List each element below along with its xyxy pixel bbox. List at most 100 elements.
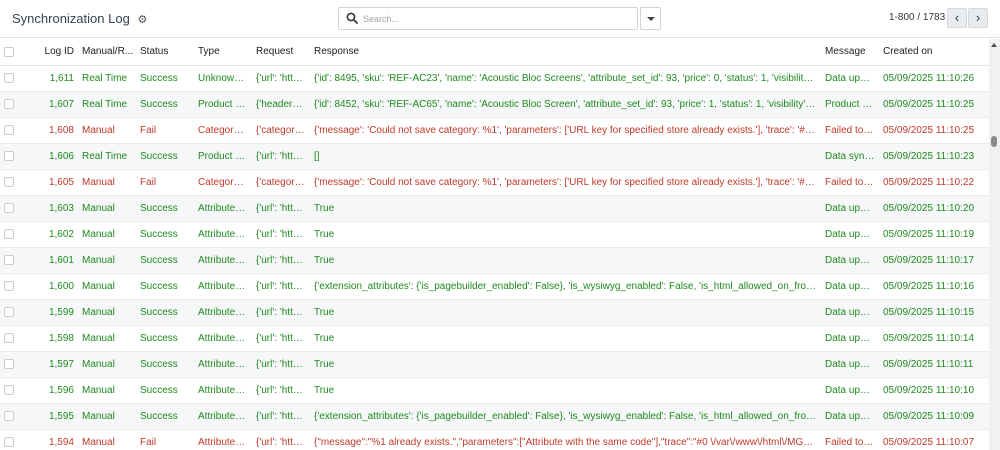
row-checkbox-cell[interactable] [0,377,30,403]
column-header-request[interactable]: Request [252,39,310,66]
mode-cell: Manual [82,254,115,266]
row-checkbox-cell[interactable] [0,247,30,273]
table-row[interactable]: 1,594 Manual Fail Attribute S... {'url': 'ht… [0,429,989,450]
column-header-created-on[interactable]: Created on [879,39,989,66]
column-header-response[interactable]: Response [310,39,821,66]
log-id-cell: 1,607 [48,98,74,110]
row-checkbox-cell[interactable] [0,169,30,195]
type-cell: Attribute S... [198,410,252,422]
mode-cell: Manual [82,384,115,396]
created-on-cell: 05/09/2025 11:10:16 [883,280,975,292]
scroll-up-arrow-icon[interactable] [991,43,997,47]
status-cell: Fail [140,176,157,188]
scrollbar-thumb[interactable] [991,136,997,147]
row-checkbox-cell[interactable] [0,273,30,299]
status-cell: Success [140,332,178,344]
table-row[interactable]: 1,602 Manual Success Attribute V... {'url': … [0,221,989,247]
table-row[interactable]: 1,600 Manual Success Attribute S... {'url': … [0,273,989,299]
row-checkbox-cell[interactable] [0,351,30,377]
row-checkbox-cell[interactable] [0,117,30,143]
column-header-mode[interactable]: Manual/R... [78,39,136,66]
status-cell: Success [140,384,178,396]
pager-value[interactable]: 1-800 / 1783 [889,12,945,23]
row-checkbox-cell[interactable] [0,91,30,117]
search-box[interactable] [338,7,638,30]
row-checkbox-cell[interactable] [0,325,30,351]
table-row[interactable]: 1,596 Manual Success Attribute V... {'url': … [0,377,989,403]
row-checkbox-cell[interactable] [0,403,30,429]
created-on-cell: 05/09/2025 11:10:19 [883,228,975,240]
row-checkbox[interactable] [4,150,14,161]
table-row[interactable]: 1,598 Manual Success Attribute V... {'url': … [0,325,989,351]
table-row[interactable]: 1,597 Manual Success Attribute V... {'url': … [0,351,989,377]
mode-cell: Manual [82,124,115,136]
request-cell: {'category_... [256,124,310,136]
search-options-toggle[interactable] [640,7,661,30]
row-checkbox-cell[interactable] [0,429,30,450]
search-input[interactable] [363,9,633,28]
row-checkbox-cell[interactable] [0,143,30,169]
row-checkbox[interactable] [4,358,14,369]
response-cell: {'extension_attributes': {'is_pagebuilde… [314,280,821,292]
row-checkbox[interactable] [4,384,14,395]
table-row[interactable]: 1,595 Manual Success Attribute S... {'url': … [0,403,989,429]
row-checkbox[interactable] [4,72,14,83]
mode-cell: Real Time [82,72,128,84]
table-row[interactable]: 1,608 Manual Fail Category S... {'category_.… [0,117,989,143]
mode-cell: Manual [82,332,115,344]
row-checkbox-cell[interactable] [0,195,30,221]
column-header-message[interactable]: Message [821,39,879,66]
row-checkbox[interactable] [4,124,14,135]
response-cell: True [314,228,335,240]
row-checkbox[interactable] [4,228,14,239]
row-checkbox[interactable] [4,202,14,213]
row-checkbox-cell[interactable] [0,299,30,325]
mode-cell: Real Time [82,150,128,162]
log-id-cell: 1,608 [48,124,74,136]
message-cell: Product U... [825,98,878,110]
column-header-type[interactable]: Type [194,39,252,66]
select-all-checkbox[interactable] [4,46,14,57]
table-row[interactable]: 1,606 Real Time Success Product Q... {'url':… [0,143,989,169]
created-on-cell: 05/09/2025 11:10:14 [883,332,975,344]
row-checkbox[interactable] [4,98,14,109]
status-cell: Success [140,150,178,162]
status-cell: Success [140,280,178,292]
table-row[interactable]: 1,603 Manual Success Attribute V... {'url': … [0,195,989,221]
mode-cell: Real Time [82,98,128,110]
table-row[interactable]: 1,611 Real Time Success Unknown ... {'url': … [0,65,989,91]
row-checkbox[interactable] [4,306,14,317]
row-checkbox[interactable] [4,280,14,291]
row-checkbox[interactable] [4,176,14,187]
mode-cell: Manual [82,306,115,318]
row-checkbox[interactable] [4,410,14,421]
pager-previous-button[interactable]: ‹ [947,8,967,28]
type-cell: Unknown ... [198,72,251,84]
row-checkbox-cell[interactable] [0,221,30,247]
row-checkbox[interactable] [4,332,14,343]
response-cell: {'message': 'Could not save category: %1… [314,124,821,136]
pager-next-button[interactable]: › [968,8,988,28]
select-all-checkbox-cell[interactable] [0,39,30,66]
row-checkbox-cell[interactable] [0,65,30,91]
status-cell: Fail [140,124,157,136]
table-scrollbar[interactable] [989,39,1000,450]
type-cell: Attribute V... [198,332,252,344]
row-checkbox[interactable] [4,254,14,265]
request-cell: {'url': 'https... [256,358,310,370]
type-cell: Attribute V... [198,202,252,214]
table-row[interactable]: 1,605 Manual Fail Category S... {'category_.… [0,169,989,195]
table-header-row: Log ID Manual/R... Status Type Request R… [0,39,989,66]
gear-icon[interactable]: ⚙ [137,13,147,26]
column-header-status[interactable]: Status [136,39,194,66]
type-cell: Attribute V... [198,306,252,318]
request-cell: {'url': 'https... [256,410,310,422]
table-row[interactable]: 1,601 Manual Success Attribute V... {'url': … [0,247,989,273]
page-title: Synchronization Log ⚙ [12,11,147,26]
table-row[interactable]: 1,599 Manual Success Attribute V... {'url': … [0,299,989,325]
row-checkbox[interactable] [4,436,14,447]
column-header-log-id[interactable]: Log ID [30,39,78,66]
log-id-cell: 1,603 [48,202,74,214]
response-cell: True [314,254,335,266]
table-row[interactable]: 1,607 Real Time Success Product Sy... {'head… [0,91,989,117]
